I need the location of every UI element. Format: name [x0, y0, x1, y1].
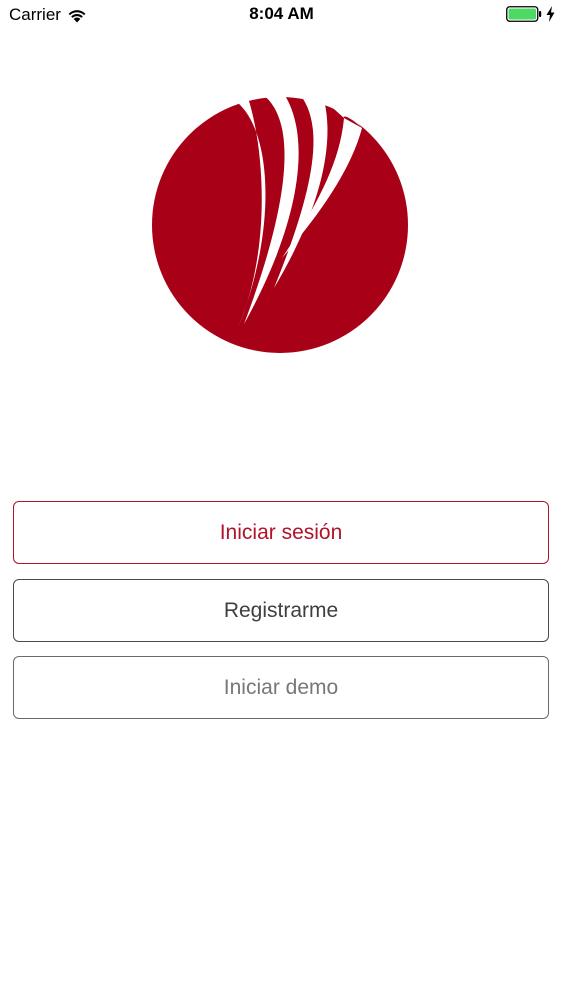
charging-bolt-icon	[546, 6, 555, 22]
status-time: 8:04 AM	[249, 4, 314, 23]
status-right	[506, 6, 555, 22]
login-button[interactable]: Iniciar sesión	[13, 501, 549, 564]
brand-logo	[148, 92, 412, 354]
register-button[interactable]: Registrarme	[13, 579, 549, 642]
battery-icon	[506, 6, 542, 22]
demo-button[interactable]: Iniciar demo	[13, 656, 549, 719]
login-button-label: Iniciar sesión	[219, 520, 343, 544]
demo-button-label: Iniciar demo	[223, 675, 339, 699]
register-button-label: Registrarme	[223, 598, 339, 622]
brand-logo-icon	[152, 92, 408, 353]
status-bar: Carrier 8:04 AM	[0, 0, 563, 30]
